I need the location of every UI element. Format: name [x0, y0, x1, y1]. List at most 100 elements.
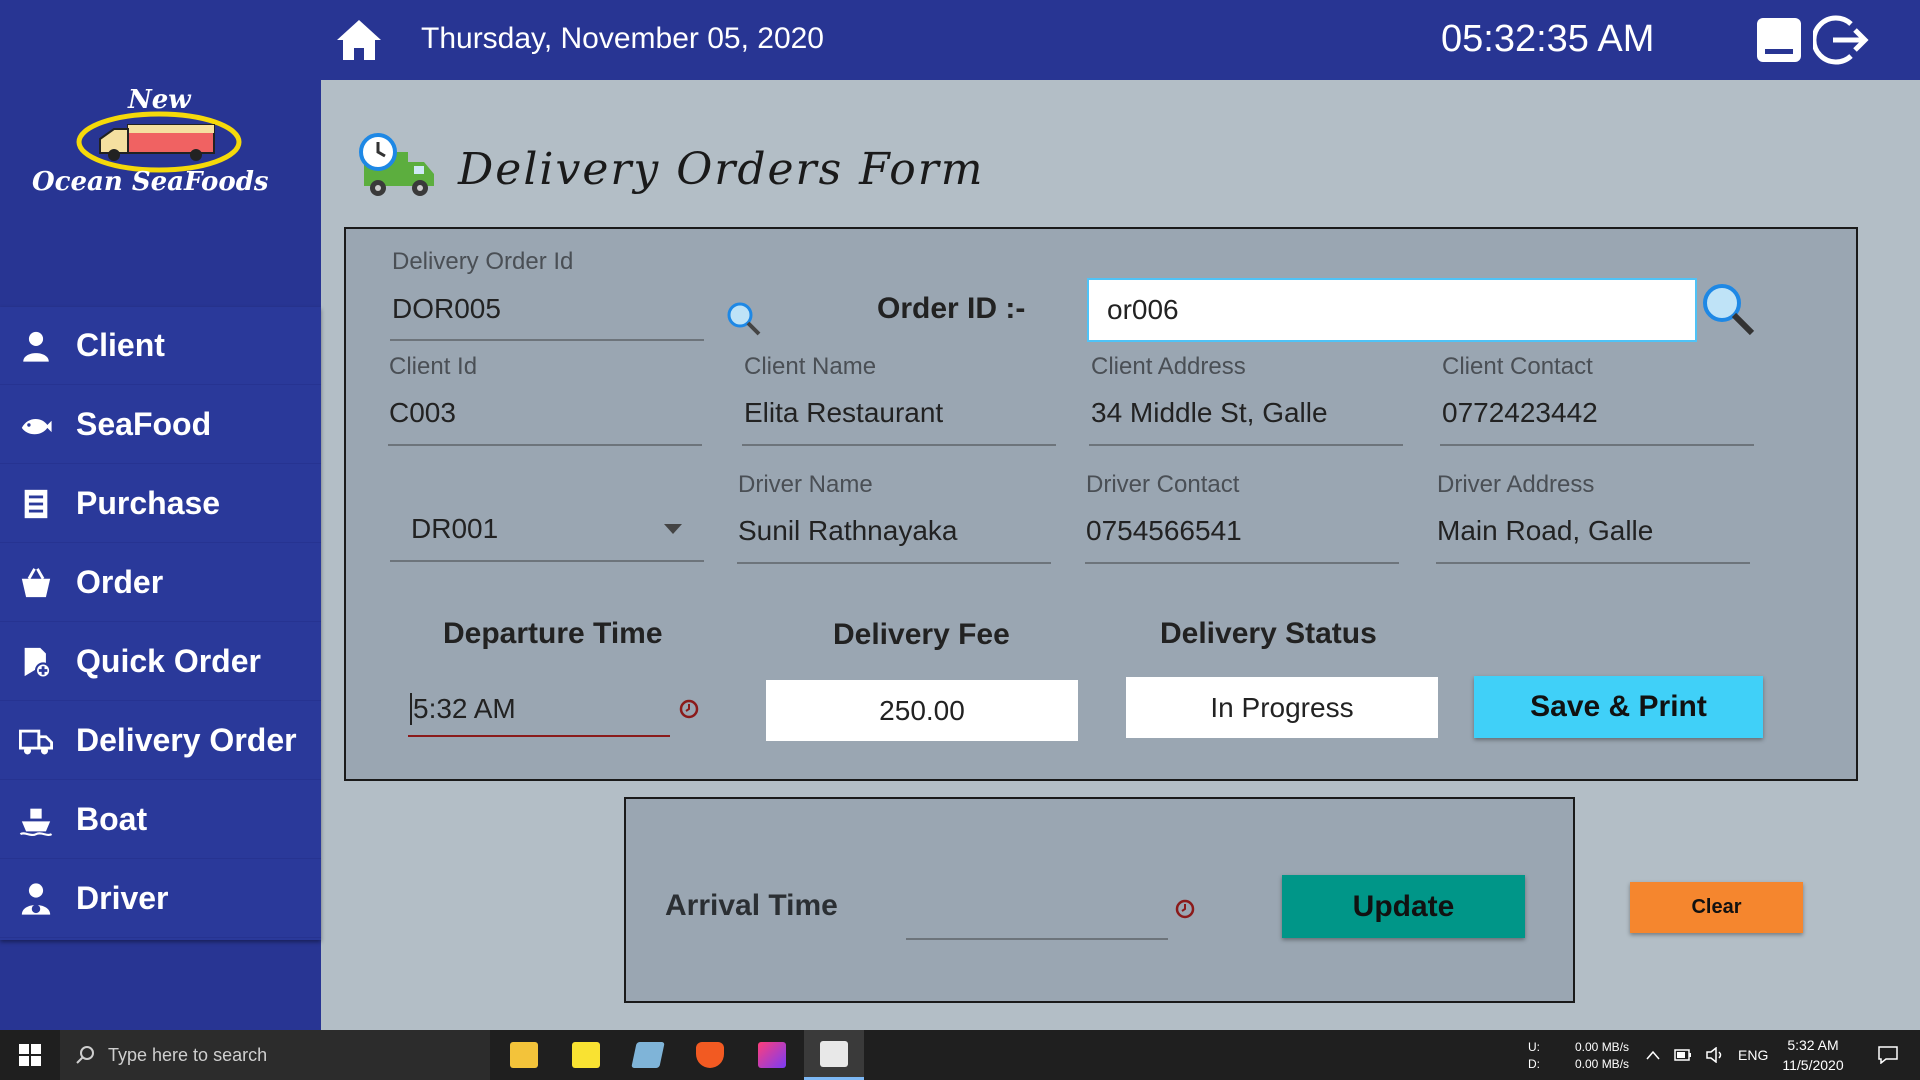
sticky-notes-icon[interactable]	[556, 1030, 616, 1080]
sidebar-item-label: Quick Order	[76, 643, 261, 679]
arrival-time-underline	[906, 938, 1168, 940]
taskbar-clock[interactable]: 5:32 AM 11/5/2020	[1768, 1030, 1858, 1080]
fish-icon	[16, 405, 56, 445]
net-up-label: U:	[1528, 1039, 1540, 1054]
notification-icon	[1878, 1046, 1898, 1064]
ship-icon	[16, 800, 56, 840]
update-button[interactable]: Update	[1282, 875, 1525, 938]
taskbar-search[interactable]: Type here to search	[60, 1030, 490, 1080]
current-date: Thursday, November 05, 2020	[421, 22, 824, 55]
search-icon	[76, 1046, 94, 1064]
basket-icon	[16, 563, 56, 603]
driver-name-value[interactable]: Sunil Rathnayaka	[738, 515, 957, 547]
driver-contact-label: Driver Contact	[1086, 471, 1240, 498]
windows-logo-icon	[19, 1044, 41, 1066]
client-id-label: Client Id	[389, 353, 478, 380]
logo-text-name: Ocean SeaFoods	[32, 167, 269, 197]
sidebar-item-label: Boat	[76, 801, 148, 837]
delivery-status-label: Delivery Status	[1160, 617, 1377, 650]
delivery-fee-input[interactable]: 250.00	[766, 680, 1078, 741]
logo-text-new: New	[128, 85, 191, 115]
driver-address-value[interactable]: Main Road, Galle	[1437, 515, 1653, 547]
net-speed-values: 0.00 MB/s 0.00 MB/s	[1575, 1030, 1629, 1080]
net-speed-labels: U: D:	[1528, 1030, 1540, 1080]
client-address-value[interactable]: 34 Middle St, Galle	[1091, 397, 1328, 429]
sidebar-item-label: Order	[76, 564, 164, 600]
java-app-icon[interactable]	[804, 1030, 864, 1080]
order-search-icon[interactable]	[1700, 281, 1756, 337]
brave-browser-icon[interactable]	[680, 1030, 740, 1080]
clock-icon[interactable]	[678, 698, 700, 720]
truck-icon	[16, 721, 56, 761]
system-tray: ENG	[1646, 1030, 1768, 1080]
order-id-label: Order ID :-	[877, 292, 1026, 325]
sidebar-item-purchase[interactable]: Purchase	[0, 465, 321, 543]
delivery-fee-label: Delivery Fee	[833, 618, 1010, 651]
search-icon[interactable]	[725, 300, 763, 338]
client-contact-label: Client Contact	[1442, 353, 1593, 380]
minimize-button[interactable]	[1757, 18, 1801, 62]
order-id-input[interactable]: or006	[1087, 278, 1697, 342]
top-bar: Thursday, November 05, 2020 05:32:35 AM	[321, 0, 1920, 80]
driver-address-underline	[1436, 562, 1750, 564]
client-contact-value[interactable]: 0772423442	[1442, 397, 1598, 429]
sidebar-item-client[interactable]: Client	[0, 307, 321, 385]
net-down-value: 0.00 MB/s	[1575, 1056, 1630, 1071]
arrival-time-input[interactable]	[908, 890, 1160, 926]
delivery-status-field[interactable]: In Progress	[1126, 677, 1438, 738]
list-icon	[16, 484, 56, 524]
intellij-icon[interactable]	[742, 1030, 802, 1080]
net-up-value: 0.00 MB/s	[1575, 1039, 1630, 1054]
taskbar-time: 5:32 AM	[1787, 1037, 1839, 1053]
driver-name-label: Driver Name	[738, 471, 873, 498]
delivery-order-id-underline	[390, 339, 704, 341]
truck-logo-icon	[76, 111, 242, 173]
battery-icon[interactable]	[1674, 1049, 1692, 1061]
client-id-value[interactable]: C003	[389, 397, 456, 429]
logout-icon[interactable]	[1813, 14, 1869, 66]
clear-button[interactable]: Clear	[1630, 882, 1803, 933]
sidebar-item-label: Delivery Order	[76, 722, 297, 758]
quick-order-icon	[16, 642, 56, 682]
chevron-up-icon[interactable]	[1646, 1050, 1660, 1060]
driver-id-underline	[390, 560, 704, 562]
client-contact-underline	[1440, 444, 1754, 446]
home-icon[interactable]	[335, 18, 383, 62]
taskbar-search-placeholder: Type here to search	[108, 1044, 268, 1065]
current-time: 05:32:35 AM	[1441, 18, 1655, 60]
sidebar-item-quick-order[interactable]: Quick Order	[0, 623, 321, 701]
delivery-order-id-value[interactable]: DOR005	[392, 293, 501, 325]
sidebar-item-boat[interactable]: Boat	[0, 781, 321, 859]
client-name-underline	[742, 444, 1056, 446]
file-explorer-icon[interactable]	[494, 1030, 554, 1080]
sidebar-item-driver[interactable]: Driver	[0, 860, 321, 938]
client-name-value[interactable]: Elita Restaurant	[744, 397, 943, 429]
sidebar-item-seafood[interactable]: SeaFood	[0, 386, 321, 464]
brand-logo: New Ocean SeaFoods	[28, 85, 288, 205]
driver-id-select[interactable]: DR001	[411, 513, 498, 545]
departure-time-label: Departure Time	[443, 617, 663, 650]
chevron-down-icon[interactable]	[662, 522, 684, 536]
person-icon	[16, 326, 56, 366]
arrival-clock-icon[interactable]	[1174, 898, 1196, 920]
language-indicator[interactable]: ENG	[1738, 1047, 1768, 1063]
arrival-time-label: Arrival Time	[665, 889, 838, 922]
notifications-button[interactable]	[1868, 1030, 1908, 1080]
driver-address-label: Driver Address	[1437, 471, 1595, 498]
sidebar-item-label: SeaFood	[76, 406, 212, 442]
app-icon[interactable]	[618, 1030, 678, 1080]
net-down-label: D:	[1528, 1056, 1540, 1071]
driver-icon	[16, 879, 56, 919]
windows-start-button[interactable]	[0, 1030, 60, 1080]
client-id-underline	[388, 444, 702, 446]
driver-contact-value[interactable]: 0754566541	[1086, 515, 1242, 547]
page-title: Delivery Orders Form	[458, 144, 985, 195]
sidebar-item-delivery-order[interactable]: Delivery Order	[0, 702, 321, 780]
departure-time-input[interactable]: 5:32 AM	[410, 693, 516, 725]
save-print-button[interactable]: Save & Print	[1474, 676, 1763, 738]
speaker-icon[interactable]	[1706, 1047, 1724, 1063]
sidebar-item-order[interactable]: Order	[0, 544, 321, 622]
sidebar: New Ocean SeaFoods Client SeaFood Purcha…	[0, 0, 321, 1030]
driver-name-underline	[737, 562, 1051, 564]
sidebar-item-label: Purchase	[76, 485, 221, 521]
